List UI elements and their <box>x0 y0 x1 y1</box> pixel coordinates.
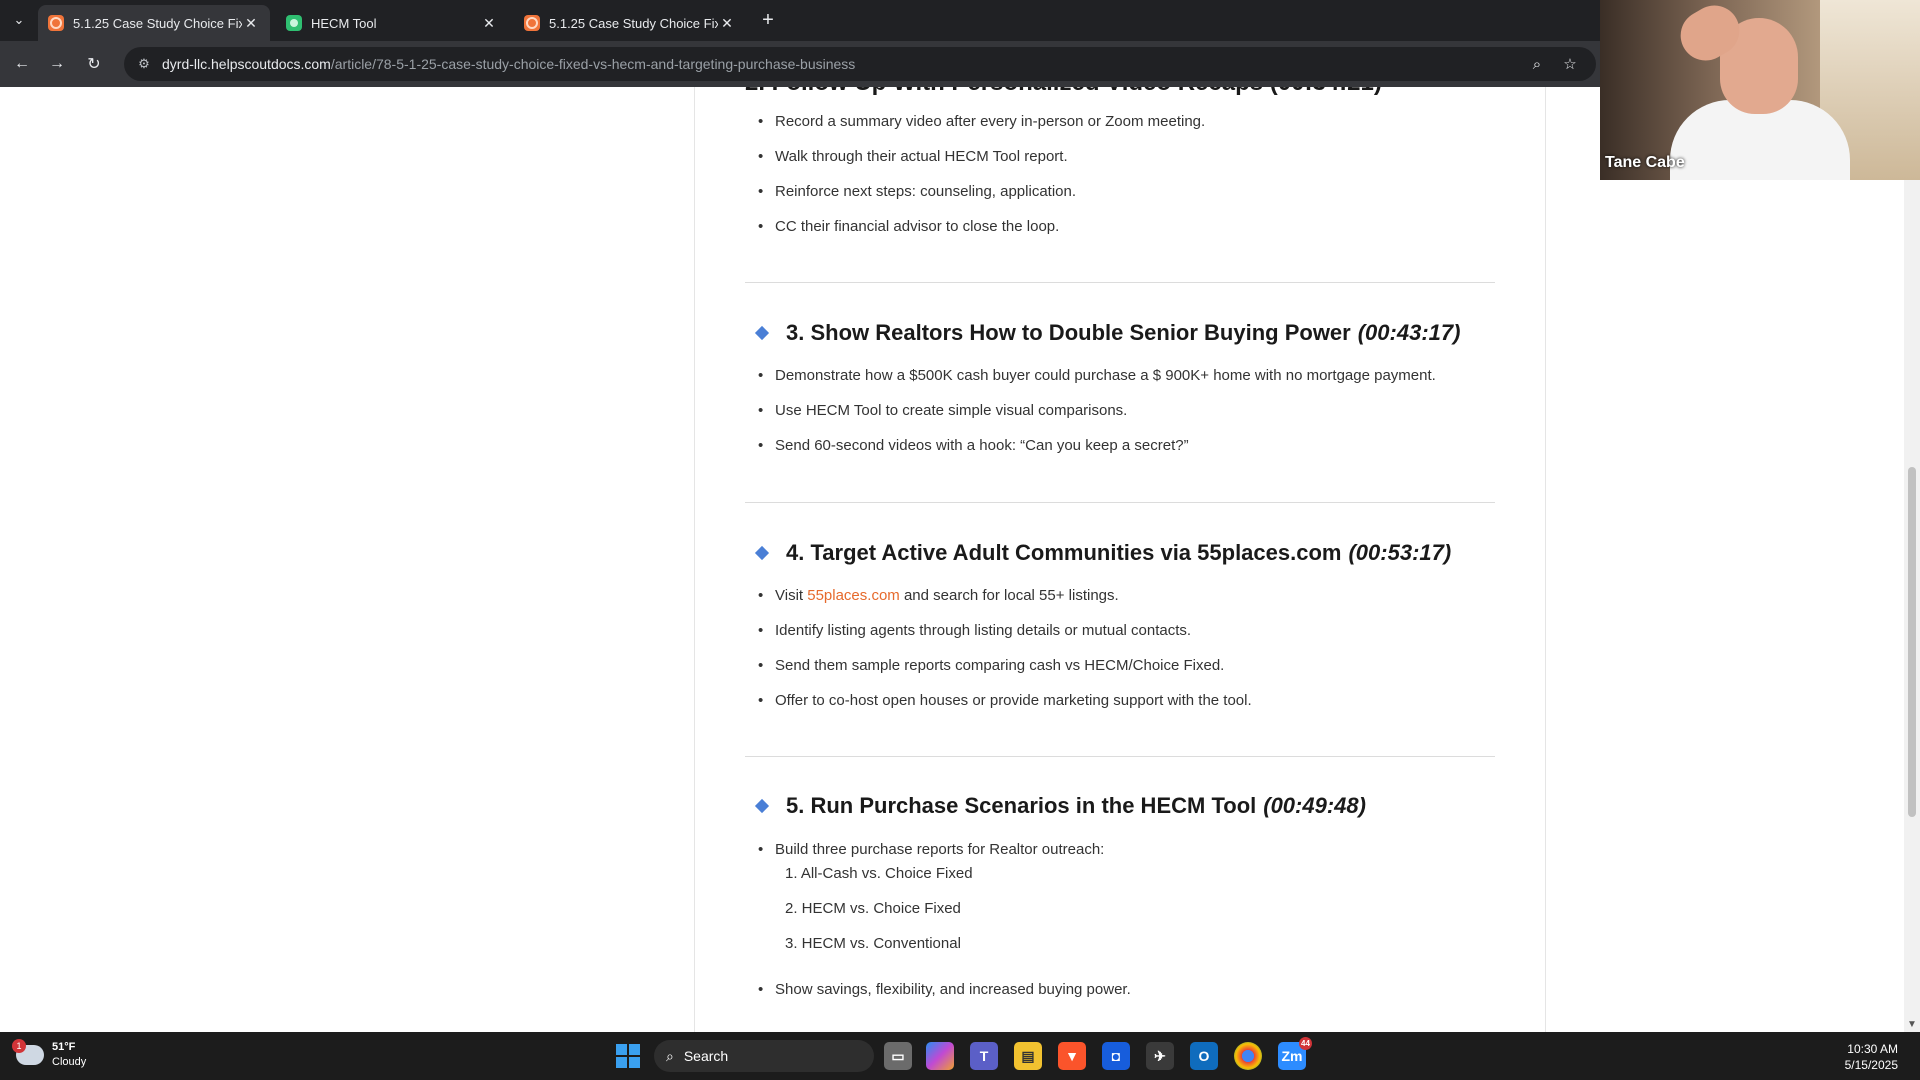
windows-start-icon[interactable] <box>616 1044 640 1068</box>
weather-widget[interactable]: 1 51°F Cloudy <box>12 1039 87 1070</box>
list-item: Send them sample reports comparing cash … <box>758 656 1252 691</box>
task-view-icon[interactable]: ▭ <box>884 1042 912 1070</box>
item-text: and search for local 55+ listings. <box>899 587 1119 604</box>
reload-icon[interactable]: ↻ <box>82 52 106 76</box>
bookmark-star-icon[interactable]: ☆ <box>1561 55 1579 73</box>
page-viewport: 2. Follow Up With Personalized Video Rec… <box>0 87 1920 1032</box>
file-explorer-icon[interactable]: ▤ <box>1014 1042 1042 1070</box>
helpscout-icon <box>48 15 64 31</box>
item-text: Visit <box>775 587 808 604</box>
hecm-icon <box>286 15 302 31</box>
windows-taskbar: 1 51°F Cloudy ⌕ Search ▭ T ▤ ▼ ◘ ✈ O Zm … <box>0 1032 1920 1080</box>
list-item: Send 60-second videos with a hook: “Can … <box>758 436 1436 471</box>
page-scrollbar[interactable]: ▼ <box>1904 87 1920 1032</box>
system-clock[interactable]: 10:30 AM 5/15/2025 <box>1845 1041 1898 1073</box>
video-call-tile[interactable]: Tane Cabe <box>1600 0 1920 180</box>
url-path: /article/78-5-1-25-case-study-choice-fix… <box>330 56 856 72</box>
55places-link[interactable]: 55places.com <box>807 587 900 604</box>
back-arrow-icon[interactable]: ← <box>10 52 34 76</box>
close-tab-icon[interactable]: ✕ <box>242 14 260 32</box>
weather-desc: Cloudy <box>52 1056 87 1068</box>
section-5-list-tail: Show savings, flexibility, and increased… <box>758 980 1131 1015</box>
section-title: 3. Show Realtors How to Double Senior Bu… <box>786 320 1351 345</box>
divider <box>745 756 1495 757</box>
tab-case-study-1[interactable]: 5.1.25 Case Study Choice Fixed ✕ <box>38 5 270 41</box>
tab-search-chevron-icon[interactable]: ⌄ <box>7 8 31 32</box>
cloud-icon: 1 <box>12 1039 44 1065</box>
zoom-magnifier-icon[interactable]: ⌕ <box>1528 55 1546 73</box>
list-item: Offer to co-host open houses or provide … <box>758 691 1252 726</box>
ordered-item: 1. All-Cash vs. Choice Fixed <box>785 865 973 882</box>
scrollbar-thumb[interactable] <box>1908 467 1916 817</box>
list-item: Walk through their actual HECM Tool repo… <box>758 147 1205 182</box>
close-tab-icon[interactable]: ✕ <box>718 14 736 32</box>
section-5-heading: 5. Run Purchase Scenarios in the HECM To… <box>754 791 1366 821</box>
section-5-ordered-list: 1. All-Cash vs. Choice Fixed 2. HECM vs.… <box>785 864 973 969</box>
weather-temp: 51°F <box>52 1041 76 1053</box>
list-item: Use HECM Tool to create simple visual co… <box>758 401 1436 436</box>
section-3-list: Demonstrate how a $500K cash buyer could… <box>758 366 1436 471</box>
tab-strip: ⌄ 5.1.25 Case Study Choice Fixed ✕ HECM … <box>0 0 1600 41</box>
chrome-icon[interactable] <box>1234 1042 1262 1070</box>
copilot-icon[interactable] <box>926 1042 954 1070</box>
section-2-heading-partial: 2. Follow Up With Personalized Video Rec… <box>745 87 1505 99</box>
section-4-heading: 4. Target Active Adult Communities via 5… <box>754 538 1452 568</box>
section-2-list: Record a summary video after every in-pe… <box>758 112 1205 252</box>
article-body: 2. Follow Up With Personalized Video Rec… <box>694 87 1546 1032</box>
section-timestamp: (00:49:48) <box>1263 793 1366 818</box>
section-timestamp: (00:43:17) <box>1357 320 1461 345</box>
section-timestamp: (00:53:17) <box>1348 540 1452 565</box>
divider <box>745 282 1495 283</box>
list-item: CC their financial advisor to close the … <box>758 217 1205 252</box>
divider <box>745 502 1495 503</box>
forward-arrow-icon[interactable]: → <box>45 52 69 76</box>
new-tab-plus-icon[interactable]: + <box>756 8 780 32</box>
bitwarden-icon[interactable]: ◘ <box>1102 1042 1130 1070</box>
section-3-heading: 3. Show Realtors How to Double Senior Bu… <box>754 318 1461 348</box>
section-5-list: Build three purchase reports for Realtor… <box>758 840 1104 864</box>
participant-name: Tane Cabe <box>1605 154 1685 171</box>
ordered-item: 3. HECM vs. Conventional <box>785 935 961 952</box>
close-tab-icon[interactable]: ✕ <box>480 14 498 32</box>
list-item: Show savings, flexibility, and increased… <box>758 980 1131 1015</box>
teams-icon[interactable]: T <box>970 1042 998 1070</box>
zoom-icon[interactable]: Zm 44 <box>1278 1037 1312 1070</box>
tab-title: HECM Tool <box>311 15 377 31</box>
taskbar-search[interactable]: ⌕ Search <box>654 1040 874 1072</box>
url-text[interactable]: dyrd-llc.helpscoutdocs.com/article/78-5-… <box>162 56 855 72</box>
section-title: 5. Run Purchase Scenarios in the HECM To… <box>786 793 1257 818</box>
section-title: 4. Target Active Adult Communities via 5… <box>786 540 1342 565</box>
zoom-badge: 44 <box>1299 1037 1312 1050</box>
list-item: Record a summary video after every in-pe… <box>758 112 1205 147</box>
section-4-list: Visit 55places.com and search for local … <box>758 586 1252 726</box>
diamond-bullet-icon <box>754 545 770 561</box>
search-icon: ⌕ <box>666 1047 674 1064</box>
clock-date: 5/15/2025 <box>1844 1058 1898 1072</box>
helpscout-icon <box>524 15 540 31</box>
brave-browser-icon[interactable]: ▼ <box>1058 1042 1086 1070</box>
bird-app-icon[interactable]: ✈ <box>1146 1042 1174 1070</box>
tab-title: 5.1.25 Case Study Choice Fixed <box>549 15 718 31</box>
diamond-bullet-icon <box>754 325 770 341</box>
tab-hecm-tool[interactable]: HECM Tool ✕ <box>276 5 508 41</box>
list-item: Demonstrate how a $500K cash buyer could… <box>758 366 1436 401</box>
clock-time: 10:30 AM <box>1847 1042 1898 1056</box>
diamond-bullet-icon <box>754 798 770 814</box>
browser-toolbar: ← → ↻ ⚙ dyrd-llc.helpscoutdocs.com/artic… <box>0 41 1600 87</box>
list-item: Build three purchase reports for Realtor… <box>758 840 1104 864</box>
tab-title: 5.1.25 Case Study Choice Fixed <box>73 15 242 31</box>
tab-case-study-2[interactable]: 5.1.25 Case Study Choice Fixed ✕ <box>514 5 746 41</box>
url-host: dyrd-llc.helpscoutdocs.com <box>162 56 331 72</box>
list-item: Reinforce next steps: counseling, applic… <box>758 182 1205 217</box>
outlook-icon[interactable]: O <box>1190 1042 1218 1070</box>
notification-badge: 1 <box>12 1039 26 1053</box>
address-bar[interactable]: ⚙ dyrd-llc.helpscoutdocs.com/article/78-… <box>124 47 1596 81</box>
list-item: Identify listing agents through listing … <box>758 621 1252 656</box>
scroll-down-arrow-icon[interactable]: ▼ <box>1907 1019 1917 1030</box>
list-item: Visit 55places.com and search for local … <box>758 586 1252 621</box>
site-settings-icon[interactable]: ⚙ <box>130 56 158 72</box>
ordered-item: 2. HECM vs. Choice Fixed <box>785 900 961 917</box>
search-label: Search <box>683 1048 729 1064</box>
